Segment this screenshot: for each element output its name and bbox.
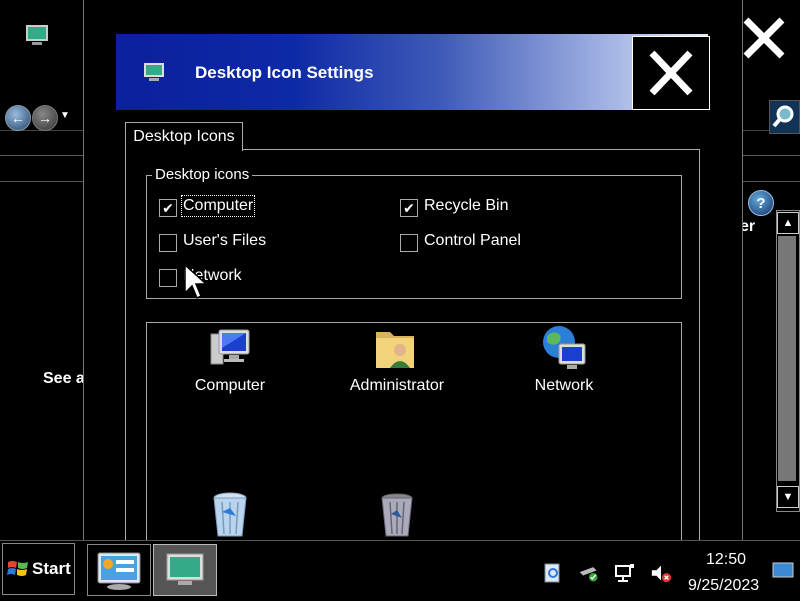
network-tray-icon[interactable]	[614, 562, 636, 584]
display-icon	[166, 553, 204, 585]
tab-desktop-icons[interactable]: Desktop Icons	[125, 122, 243, 151]
control-panel-checkbox-label[interactable]: Control Panel	[424, 232, 521, 250]
clock-date[interactable]: 9/25/2023	[688, 577, 759, 595]
users-files-checkbox[interactable]	[159, 234, 177, 252]
scroll-up-button[interactable]: ▲	[777, 212, 799, 234]
icon-item-administrator[interactable]: Administrator	[322, 324, 472, 404]
back-button[interactable]: ←	[5, 105, 31, 131]
icon-label-network: Network	[534, 377, 594, 394]
document-search-icon[interactable]	[542, 562, 564, 584]
icon-label-administrator: Administrator	[349, 377, 445, 394]
start-button[interactable]: Start	[2, 543, 75, 595]
computer-checkbox-label[interactable]: Computer	[180, 195, 256, 217]
icon-label-computer: Computer	[194, 377, 266, 394]
search-button[interactable]	[769, 100, 800, 134]
users-files-checkbox-label[interactable]: User's Files	[183, 232, 266, 250]
display-icon	[144, 63, 164, 81]
recycle-bin-full-icon	[213, 492, 247, 537]
forward-button[interactable]: →	[32, 105, 58, 131]
search-icon	[772, 105, 794, 128]
show-desktop-icon[interactable]	[772, 562, 794, 580]
icon-item-computer[interactable]: Computer	[155, 324, 305, 404]
computer-icon	[210, 329, 250, 365]
icon-item-recycle-bin-empty[interactable]	[322, 488, 472, 540]
icon-item-network[interactable]: Network	[489, 324, 639, 404]
chevron-down-icon[interactable]: ▼	[60, 110, 70, 121]
windows-logo-icon	[7, 561, 28, 576]
close-icon[interactable]	[740, 12, 788, 64]
clock-time[interactable]: 12:50	[706, 551, 746, 569]
taskbar-button-desktop-icon-settings[interactable]	[153, 544, 217, 596]
recycle-bin-checkbox[interactable]: ✔	[400, 199, 418, 217]
network-icon	[543, 326, 586, 369]
volume-muted-icon[interactable]	[650, 562, 672, 584]
network-checkbox[interactable]	[159, 269, 177, 287]
group-label: Desktop icons	[152, 166, 253, 183]
scroll-thumb[interactable]	[778, 236, 796, 481]
icon-item-recycle-bin-full[interactable]	[155, 488, 305, 540]
recycle-bin-empty-icon	[381, 493, 413, 537]
control-panel-checkbox[interactable]	[400, 234, 418, 252]
display-icon	[26, 25, 48, 45]
computer-checkbox[interactable]: ✔	[159, 199, 177, 217]
user-folder-icon	[376, 332, 414, 368]
taskbar-button-personalization[interactable]	[87, 544, 151, 596]
close-button[interactable]	[632, 36, 710, 110]
personalization-icon	[97, 552, 141, 590]
start-label: Start	[32, 559, 71, 578]
mouse-cursor-icon	[184, 263, 208, 300]
safely-remove-hardware-icon[interactable]	[578, 562, 600, 584]
dialog-title: Desktop Icon Settings	[195, 63, 374, 82]
scroll-down-button[interactable]: ▼	[777, 486, 799, 508]
see-also-heading: See a	[43, 370, 85, 387]
help-icon[interactable]: ?	[748, 190, 774, 216]
close-icon	[649, 50, 693, 96]
recycle-bin-checkbox-label[interactable]: Recycle Bin	[424, 197, 508, 215]
